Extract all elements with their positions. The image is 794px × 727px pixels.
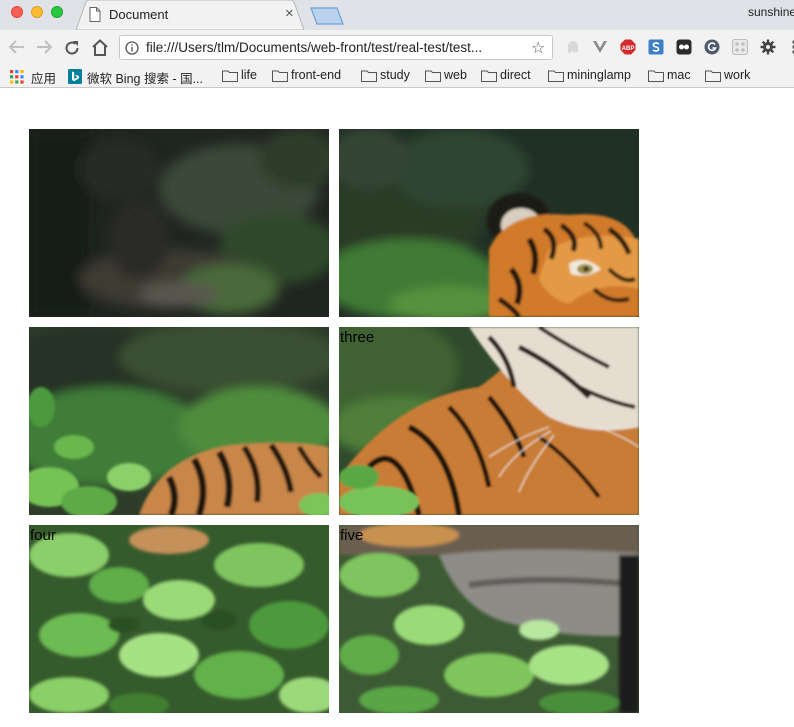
apps-grid-icon	[10, 70, 24, 84]
folder-icon	[272, 70, 288, 82]
vue-devtools-icon[interactable]	[592, 39, 608, 55]
info-icon[interactable]	[125, 41, 139, 55]
tiger-head-image	[339, 129, 639, 317]
extensions-grid-icon[interactable]	[732, 39, 748, 55]
home-icon[interactable]	[91, 39, 109, 56]
bookmark-apps-label: 应用	[31, 72, 57, 86]
bookmark-folder-mac[interactable]: mac	[648, 67, 694, 85]
tile-caption: three	[340, 329, 375, 346]
profile-name[interactable]: sunshine	[748, 5, 794, 19]
bookmarks-bar: 应用 微软 Bing 搜索 - 国... life front-end stud…	[0, 65, 794, 88]
bookmark-bing[interactable]: 微软 Bing 搜索 - 国...	[68, 67, 213, 86]
bookmark-folder-label: mac	[667, 68, 691, 82]
tab-title: Document	[109, 7, 169, 22]
bookmark-folder-label: mininglamp	[567, 68, 631, 82]
bookmark-folder-label: study	[380, 68, 410, 82]
address-bar[interactable]: file:///Users/tlm/Documents/web-front/te…	[119, 35, 553, 60]
image-tile-two: two	[339, 129, 639, 317]
folder-icon	[425, 70, 441, 82]
page-content: one	[0, 89, 794, 727]
minimize-window-button[interactable]	[31, 6, 43, 18]
image-tile-four: three	[339, 327, 639, 515]
bookmark-apps[interactable]: 应用	[10, 67, 62, 86]
folder-icon	[361, 70, 377, 82]
reload-icon[interactable]	[63, 39, 81, 57]
tab-strip: Document × sunshine	[0, 0, 794, 30]
tab-close-icon[interactable]: ×	[285, 6, 294, 22]
octotree-icon[interactable]	[676, 39, 692, 55]
foliage-image	[29, 525, 329, 713]
new-tab-button[interactable]	[309, 6, 345, 26]
bookmark-folder-label: direct	[500, 68, 531, 82]
settings-gear-icon[interactable]	[760, 39, 776, 55]
rock-foliage-image	[339, 525, 639, 713]
image-tile-six: five	[339, 525, 639, 713]
svg-text:ABP: ABP	[622, 46, 635, 52]
tile-caption: five	[340, 527, 364, 544]
adblock-plus-icon[interactable]: ABP	[620, 39, 636, 55]
bookmark-folder-label: front-end	[291, 68, 342, 82]
close-window-button[interactable]	[11, 6, 23, 18]
document-icon	[89, 7, 101, 22]
folder-icon	[481, 70, 497, 82]
bookmark-folder-label: work	[724, 68, 751, 82]
bookmark-folder-label: life	[241, 68, 257, 82]
folder-icon	[705, 70, 721, 82]
bookmark-folder-study[interactable]: study	[361, 67, 415, 85]
stylish-icon[interactable]	[648, 39, 664, 55]
folder-icon	[648, 70, 664, 82]
bing-icon	[68, 69, 82, 84]
bookmark-star-icon[interactable]: ☆	[531, 38, 545, 58]
bookmark-bing-label: 微软 Bing 搜索 - 国...	[87, 72, 203, 86]
bookmark-folder-work[interactable]: work	[705, 67, 755, 85]
image-tile-five: four	[29, 525, 329, 713]
bookmark-folder-label: web	[444, 68, 467, 82]
grammarly-icon[interactable]	[704, 39, 720, 55]
bookmark-folder-life[interactable]: life	[222, 67, 262, 85]
bookmark-folder-web[interactable]: web	[425, 67, 471, 85]
jungle-image	[29, 129, 329, 317]
menu-dots-icon[interactable]	[786, 39, 794, 55]
forward-icon[interactable]	[35, 39, 53, 55]
image-tile-three	[29, 327, 329, 515]
maximize-window-button[interactable]	[51, 6, 63, 18]
tab-document[interactable]: Document ×	[76, 0, 304, 30]
folder-icon	[222, 70, 238, 82]
tiger-face-image	[339, 327, 639, 515]
back-icon[interactable]	[8, 39, 26, 55]
folder-icon	[548, 70, 564, 82]
ghost-extension-icon[interactable]	[565, 39, 581, 55]
bookmark-folder-mininglamp[interactable]: mininglamp	[548, 67, 638, 85]
bookmark-folder-front-end[interactable]: front-end	[272, 67, 352, 85]
image-tile-one: one	[29, 129, 329, 317]
url-text[interactable]: file:///Users/tlm/Documents/web-front/te…	[146, 40, 526, 55]
bookmark-folder-direct[interactable]: direct	[481, 67, 539, 85]
tiger-body-image	[29, 327, 329, 515]
toolbar: file:///Users/tlm/Documents/web-front/te…	[0, 30, 794, 65]
tile-caption: four	[30, 527, 56, 544]
